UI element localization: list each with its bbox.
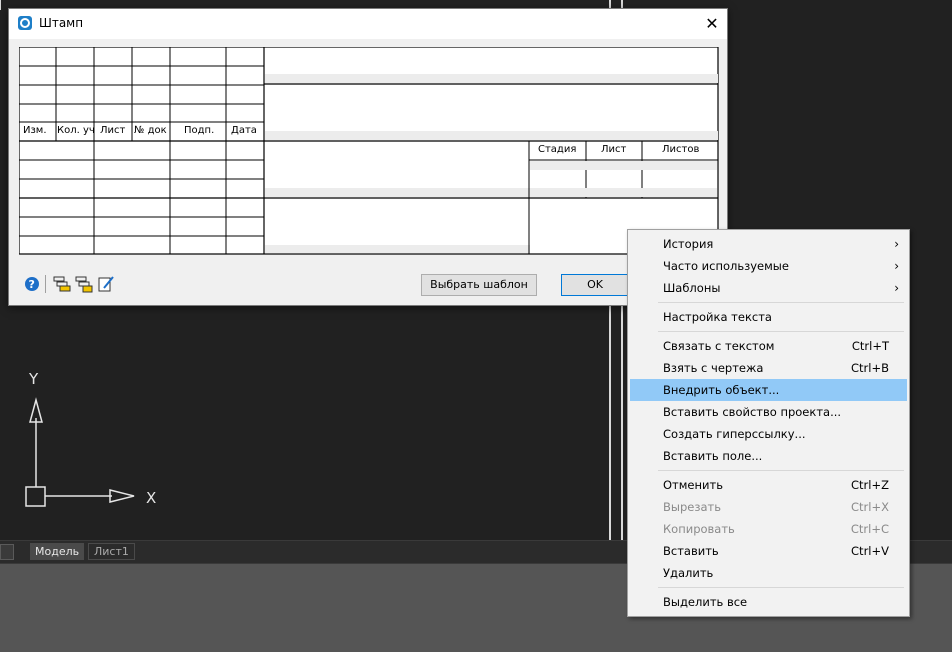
menu-item-label: Взять с чертежа (663, 361, 764, 375)
menu-item-label: Шаблоны (663, 281, 721, 295)
header-izm: Изм. (23, 125, 47, 136)
menu-item-take-from-drawing[interactable]: Взять с чертежа Ctrl+B (630, 357, 907, 379)
stamp-insert-icon[interactable] (53, 275, 71, 293)
menu-item-label: Удалить (663, 566, 714, 580)
menu-item-label: История (663, 237, 714, 251)
dialog-title: Штамп (39, 16, 84, 30)
menu-item-label: Вставить (663, 544, 719, 558)
menu-item-shortcut: Ctrl+X (851, 500, 889, 514)
menu-item-label: Отменить (663, 478, 723, 492)
menu-item-shortcut: Ctrl+B (851, 361, 889, 375)
help-icon[interactable]: ? (23, 275, 41, 293)
select-template-button[interactable]: Выбрать шаблон (421, 274, 537, 296)
menu-separator (658, 331, 904, 332)
menu-item-shortcut: Ctrl+C (850, 522, 889, 536)
close-button[interactable]: ✕ (701, 13, 723, 35)
dialog-titlebar[interactable]: Штамп ✕ (9, 9, 727, 39)
menu-item-shortcut: Ctrl+V (851, 544, 889, 558)
menu-item-label: Копировать (663, 522, 735, 536)
menu-item-link-to-text[interactable]: Связать с текстом Ctrl+T (630, 335, 907, 357)
y-axis-label: Y (28, 370, 39, 388)
chevron-right-icon: › (894, 281, 899, 295)
menu-item-label: Настройка текста (663, 310, 772, 324)
header-data: Дата (231, 125, 257, 136)
menu-item-templates[interactable]: Шаблоны › (630, 277, 907, 299)
menu-item-create-hyperlink[interactable]: Создать гиперссылку... (630, 423, 907, 445)
menu-item-paste[interactable]: Вставить Ctrl+V (630, 540, 907, 562)
header-stadiya: Стадия (538, 144, 576, 155)
menu-item-insert-project-property[interactable]: Вставить свойство проекта... (630, 401, 907, 423)
menu-item-label: Внедрить объект... (663, 383, 780, 397)
tab-model[interactable]: Модель (30, 543, 85, 560)
menu-item-text-settings[interactable]: Настройка текста (630, 306, 907, 328)
menu-item-history[interactable]: История › (630, 233, 907, 255)
menu-item-undo[interactable]: Отменить Ctrl+Z (630, 474, 907, 496)
ok-button[interactable]: OK (561, 274, 629, 296)
stamp-edit-icon[interactable] (97, 275, 115, 293)
context-menu: История › Часто используемые › Шаблоны › Настр… (627, 229, 910, 617)
tabs-menu-icon[interactable] (0, 544, 14, 560)
header-listov: Листов (662, 144, 699, 155)
menu-item-cut: Вырезать Ctrl+X (630, 496, 907, 518)
menu-item-select-all[interactable]: Выделить все (630, 591, 907, 613)
menu-item-label: Часто используемые (663, 259, 789, 273)
stamp-dialog: Штамп ✕ Изм. Кол. уч Лист № док Подп. Да… (8, 8, 728, 306)
menu-item-shortcut: Ctrl+T (851, 339, 889, 353)
menu-item-label: Вставить поле... (663, 449, 763, 463)
menu-item-shortcut: Ctrl+Z (851, 478, 889, 492)
menu-item-copy: Копировать Ctrl+C (630, 518, 907, 540)
header-n-dok: № док (134, 125, 167, 136)
stamp-lock-icon[interactable] (75, 275, 93, 293)
header-list: Лист (100, 125, 126, 136)
menu-item-embed-object[interactable]: Внедрить объект... (630, 379, 907, 401)
menu-item-frequently-used[interactable]: Часто используемые › (630, 255, 907, 277)
menu-item-insert-field[interactable]: Вставить поле... (630, 445, 907, 467)
menu-item-label: Создать гиперссылку... (663, 427, 806, 441)
app-icon (18, 16, 32, 30)
menu-separator (658, 587, 904, 588)
menu-item-label: Связать с текстом (663, 339, 775, 353)
toolbar-divider (45, 275, 46, 293)
menu-item-label: Выделить все (663, 595, 748, 609)
close-icon: ✕ (705, 14, 719, 33)
chevron-right-icon: › (894, 259, 899, 273)
header-kol-uch: Кол. уч (57, 125, 95, 136)
header-list-stage: Лист (601, 144, 627, 155)
x-axis-label: X (146, 489, 156, 507)
tab-sheet1[interactable]: Лист1 (88, 543, 135, 560)
menu-item-label: Вырезать (663, 500, 721, 514)
menu-separator (658, 470, 904, 471)
chevron-right-icon: › (894, 237, 899, 251)
menu-item-delete[interactable]: Удалить (630, 562, 907, 584)
header-podp: Подп. (184, 125, 214, 136)
menu-separator (658, 302, 904, 303)
svg-text:?: ? (29, 278, 35, 291)
menu-item-label: Вставить свойство проекта... (663, 405, 842, 419)
stamp-table[interactable]: Изм. Кол. уч Лист № док Подп. Дата Стади… (19, 47, 719, 265)
